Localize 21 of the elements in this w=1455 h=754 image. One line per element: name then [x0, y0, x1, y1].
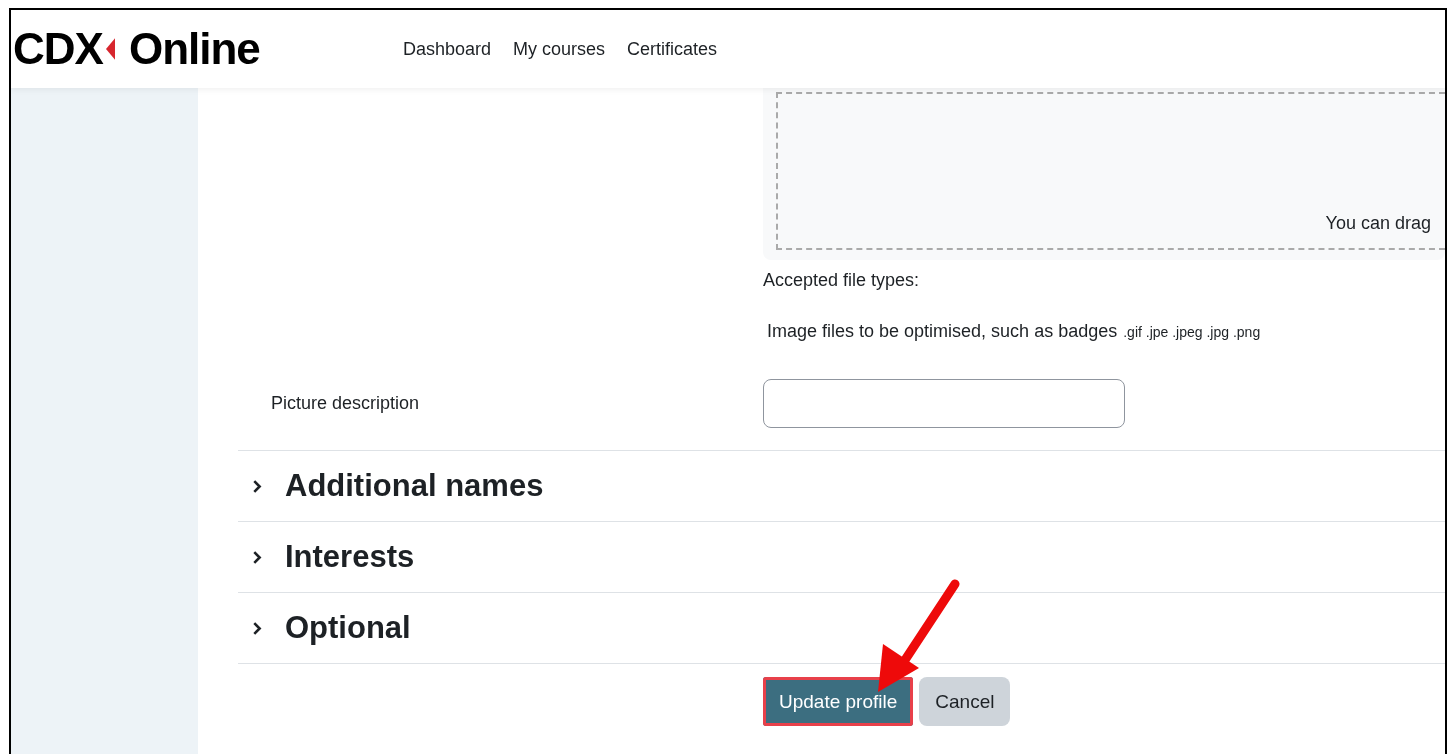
section-toggle[interactable]: Optional	[238, 610, 411, 646]
nav-link[interactable]: Dashboard	[403, 38, 492, 60]
triangle-icon	[105, 38, 115, 60]
update-button[interactable]: Update profile	[763, 677, 914, 726]
logo-text[interactable]: Online	[128, 24, 260, 74]
file-extensions: .gif .jpe .jpeg .jpg .png	[1123, 324, 1261, 340]
nav-link[interactable]: Certificates	[627, 38, 718, 60]
chevron-icon	[252, 549, 263, 565]
file-type-description: Image files to be optimised, such as badges	[767, 321, 1118, 342]
drop-zone[interactable]: You can drag	[776, 92, 1445, 250]
drop-hint: You can drag	[1325, 213, 1431, 234]
section-toggle[interactable]: Interests	[238, 539, 415, 575]
text-field[interactable]	[763, 379, 1125, 428]
section-toggle[interactable]: Additional names	[238, 468, 544, 504]
field-label: Picture description	[271, 393, 420, 413]
accepted-types-label: Accepted file types:	[763, 270, 921, 291]
cancel-button[interactable]: Cancel	[919, 677, 1011, 726]
chevron-icon	[252, 620, 263, 636]
chevron-icon	[252, 478, 263, 494]
logo-text[interactable]: CDX	[13, 24, 103, 74]
nav-link[interactable]: My courses	[513, 38, 606, 60]
